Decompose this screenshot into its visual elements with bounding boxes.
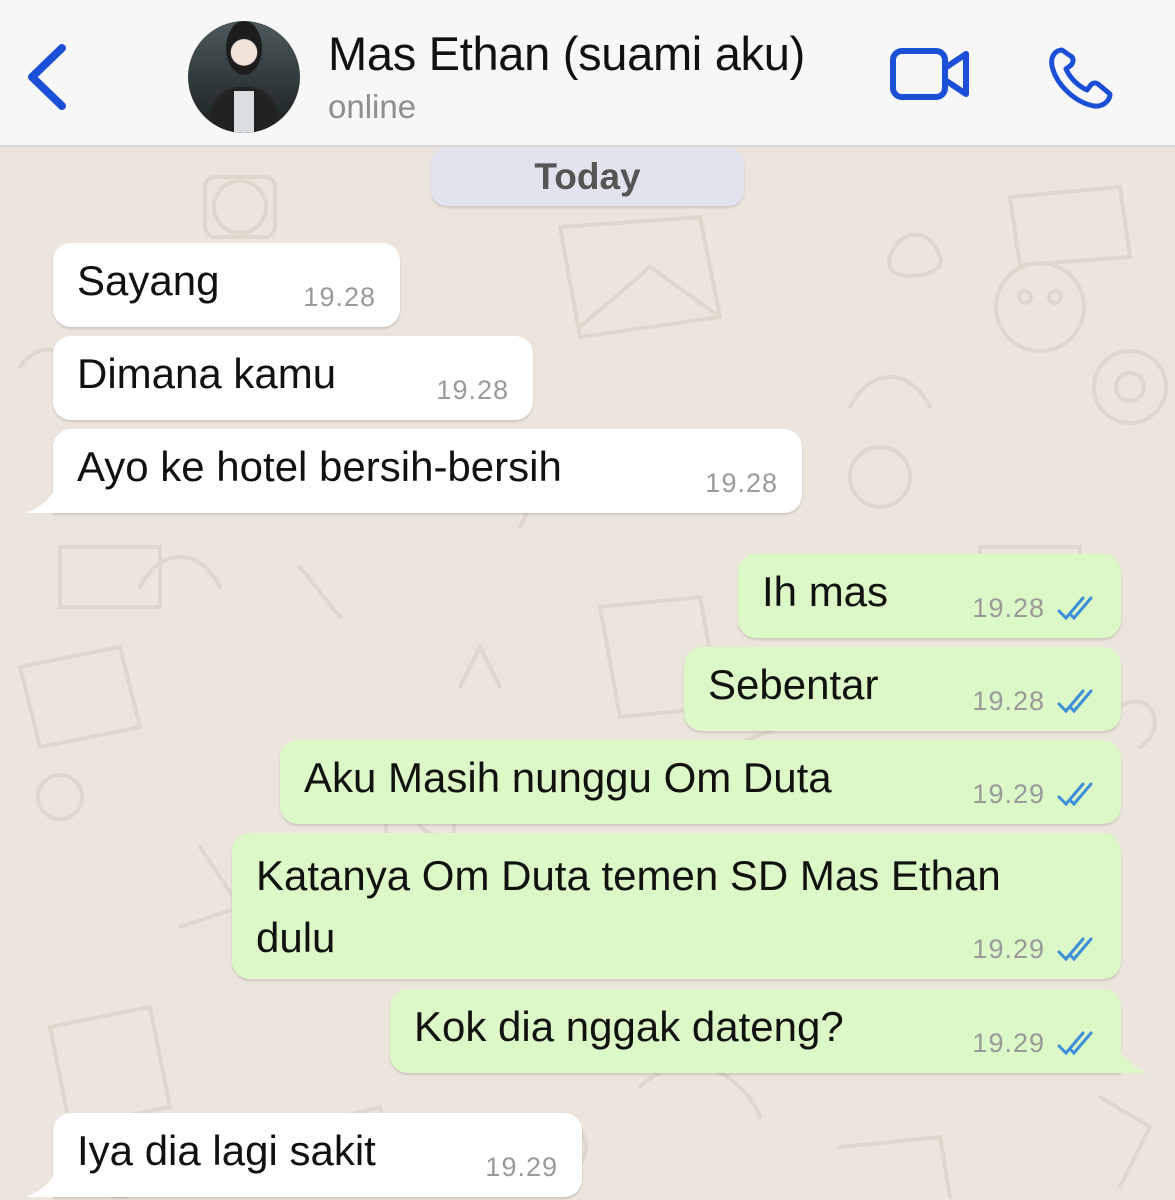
message-text: Ayo ke hotel bersih-bersih xyxy=(77,443,562,490)
outgoing-message[interactable]: Ih mas 19.28 xyxy=(738,554,1121,638)
message-time: 19.29 xyxy=(972,934,1045,964)
chevron-left-icon[interactable] xyxy=(22,40,72,114)
phone-icon[interactable] xyxy=(1044,44,1116,110)
message-time: 19.29 xyxy=(972,1028,1045,1058)
incoming-message[interactable]: Dimana kamu 19.28 xyxy=(53,336,533,420)
double-check-icon xyxy=(1057,596,1093,621)
incoming-message[interactable]: Sayang 19.28 xyxy=(53,243,400,327)
message-text: Dimana kamu xyxy=(77,350,337,397)
double-check-icon xyxy=(1057,782,1093,807)
message-time: 19.28 xyxy=(436,375,509,405)
message-text: Sayang xyxy=(77,257,220,304)
chat-area[interactable]: Today Sayang 19.28 Dimana kamu 19.28 Ayo… xyxy=(0,147,1175,1200)
message-time: 19.28 xyxy=(972,593,1045,623)
message-time: 19.29 xyxy=(485,1152,558,1182)
incoming-message[interactable]: Ayo ke hotel bersih-bersih 19.28 xyxy=(25,429,802,513)
message-text: Ih mas xyxy=(762,568,889,615)
video-camera-icon[interactable] xyxy=(888,44,972,106)
contact-avatar[interactable] xyxy=(188,21,300,133)
contact-name[interactable]: Mas Ethan (suami aku) xyxy=(328,26,805,81)
outgoing-message[interactable]: Kok dia nggak dateng? 19.29 xyxy=(390,989,1149,1073)
message-text: Katanya Om Duta temen SD Mas Ethan dulu xyxy=(256,852,1001,961)
incoming-message[interactable]: Iya dia lagi sakit 19.29 xyxy=(25,1113,582,1197)
bubble-tail xyxy=(25,1167,59,1197)
outgoing-message[interactable]: Sebentar 19.28 xyxy=(684,647,1121,731)
message-time: 19.28 xyxy=(705,468,778,498)
message-text: Iya dia lagi sakit xyxy=(77,1127,376,1174)
bubble-tail xyxy=(1115,1043,1149,1073)
message-time: 19.28 xyxy=(303,282,376,312)
double-check-icon xyxy=(1057,937,1093,962)
double-check-icon xyxy=(1057,689,1093,714)
message-time: 19.29 xyxy=(972,779,1045,809)
bubble-tail xyxy=(25,483,59,513)
outgoing-message[interactable]: Katanya Om Duta temen SD Mas Ethan dulu … xyxy=(232,833,1121,979)
message-time: 19.28 xyxy=(972,686,1045,716)
outgoing-message[interactable]: Aku Masih nunggu Om Duta 19.29 xyxy=(280,740,1121,824)
contact-status: online xyxy=(328,88,417,125)
message-text: Aku Masih nunggu Om Duta xyxy=(304,754,832,801)
message-text: Kok dia nggak dateng? xyxy=(414,1003,844,1050)
chat-header: Mas Ethan (suami aku) online xyxy=(0,0,1175,147)
date-separator: Today xyxy=(431,148,744,206)
message-text: Sebentar xyxy=(708,661,879,708)
double-check-icon xyxy=(1057,1031,1093,1056)
